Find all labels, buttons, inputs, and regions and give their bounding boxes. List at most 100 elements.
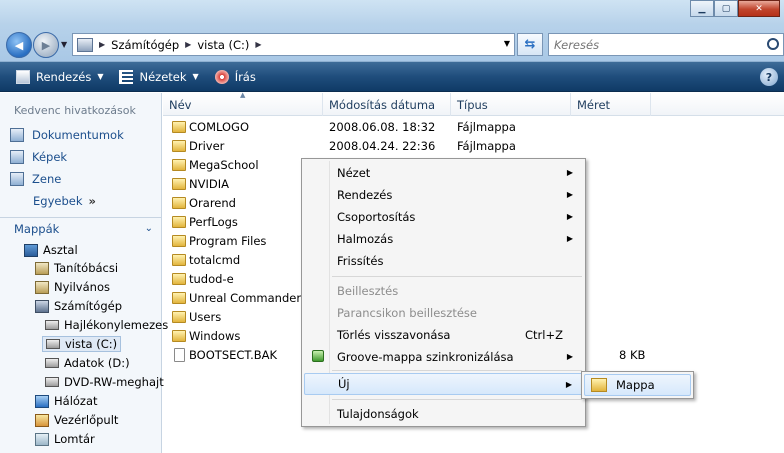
floppy-drive-icon: [45, 320, 59, 330]
menu-item-label: Beillesztés: [337, 284, 399, 298]
views-button[interactable]: Nézetek ▼: [113, 67, 204, 87]
views-icon: [119, 69, 134, 84]
tree-item-public[interactable]: Nyilvános: [35, 280, 110, 294]
search-icon[interactable]: [767, 38, 779, 50]
menu-item-label: Halmozás: [337, 232, 394, 246]
address-bar[interactable]: ▶ Számítógép ▶ vista (C:) ▶ ▼: [72, 33, 515, 56]
tree-item-dvd[interactable]: DVD-RW-meghajt: [45, 375, 164, 389]
folder-icon: [172, 140, 186, 152]
control-panel-icon: [35, 413, 49, 427]
favorite-documents[interactable]: Dokumentumok: [10, 128, 124, 142]
tree-item-drive-d[interactable]: Adatok (D:): [45, 356, 130, 370]
organize-button[interactable]: Rendezés ▼: [10, 67, 109, 87]
tree-item-network[interactable]: Hálózat: [35, 394, 98, 408]
favorite-label: Dokumentumok: [32, 128, 124, 142]
menu-item-sort[interactable]: Rendezés ▶: [304, 184, 583, 206]
public-folder-icon: [35, 280, 49, 294]
back-button[interactable]: ◀: [6, 32, 32, 58]
tree-item-desktop[interactable]: Asztal: [24, 243, 78, 257]
menu-item-label: Nézet: [337, 166, 371, 180]
file-name: Driver: [189, 139, 225, 153]
forward-arrow-icon: ▶: [41, 38, 51, 52]
menu-item-stack[interactable]: Halmozás ▶: [304, 228, 583, 250]
close-button[interactable]: ✕: [738, 0, 780, 17]
file-type: Fájlmappa: [457, 139, 516, 153]
menu-item-properties[interactable]: Tulajdonságok: [304, 403, 583, 425]
hard-drive-icon: [46, 339, 60, 349]
file-date: 2008.04.24. 22:36: [329, 139, 436, 153]
chevron-right-icon[interactable]: ▶: [185, 40, 191, 49]
folder-icon: [172, 311, 186, 323]
refresh-button[interactable]: ⇆: [517, 33, 543, 56]
file-type: Fájlmappa: [457, 120, 516, 134]
menu-item-label: Mappa: [616, 378, 655, 392]
chevron-right-icon[interactable]: ▶: [99, 40, 105, 49]
menu-item-new[interactable]: Új ▶: [304, 373, 583, 395]
back-arrow-icon: ◀: [14, 38, 24, 52]
search-box[interactable]: [548, 33, 784, 56]
forward-button[interactable]: ▶: [33, 32, 59, 58]
burn-disc-icon: [214, 69, 229, 84]
tree-item-drive-c[interactable]: vista (C:): [42, 336, 122, 352]
menu-item-label: Törlés visszavonása: [337, 328, 451, 342]
column-header-label: Típus: [457, 97, 488, 112]
organize-icon: [16, 69, 30, 84]
groove-icon: [312, 350, 324, 362]
address-dropdown-icon[interactable]: ▼: [504, 39, 510, 48]
menu-item-new-folder[interactable]: Mappa: [584, 374, 691, 396]
menu-item-undo-delete[interactable]: Törlés visszavonása Ctrl+Z: [304, 324, 583, 346]
folders-header[interactable]: Mappák ⌄: [0, 217, 161, 239]
favorite-pictures[interactable]: Képek: [10, 150, 67, 164]
table-row[interactable]: Driver 2008.04.24. 22:36 Fájlmappa: [163, 137, 784, 156]
recent-pages-dropdown[interactable]: ▼: [61, 40, 67, 49]
computer-icon: [77, 37, 93, 52]
column-header-size[interactable]: Méret: [571, 93, 651, 116]
column-header-type[interactable]: Típus: [451, 93, 571, 116]
column-header-name[interactable]: Név: [163, 93, 323, 116]
tree-item-recycle-bin[interactable]: Lomtár: [35, 432, 95, 446]
menu-item-view[interactable]: Nézet ▶: [304, 162, 583, 184]
file-name: totalcmd: [189, 253, 241, 267]
menu-item-label: Frissítés: [337, 254, 384, 268]
breadcrumb: ▶ Számítógép ▶ vista (C:) ▶: [77, 37, 262, 52]
menu-item-groove-sync[interactable]: Groove-mappa szinkronizálása ▶: [304, 346, 583, 368]
chevron-right-icon[interactable]: ▶: [255, 40, 261, 49]
refresh-icon: ⇆: [524, 37, 536, 52]
folder-icon: [172, 330, 186, 342]
music-icon: [10, 172, 24, 186]
favorite-music[interactable]: Zene: [10, 172, 61, 186]
menu-item-group[interactable]: Csoportosítás ▶: [304, 206, 583, 228]
tree-item-computer[interactable]: Számítógép: [35, 299, 122, 313]
tree-label: Hálózat: [54, 394, 98, 408]
column-header-modified[interactable]: Módosítás dátuma: [323, 93, 451, 116]
column-headers: ▲ Név Módosítás dátuma Típus Méret: [163, 91, 784, 116]
help-button[interactable]: ?: [760, 68, 778, 86]
table-row[interactable]: COMLOGO 2008.06.08. 18:32 Fájlmappa: [163, 118, 784, 137]
menu-item-paste[interactable]: Beillesztés: [304, 280, 583, 302]
column-header-label: Név: [169, 97, 192, 112]
chevron-down-icon: ▼: [192, 72, 199, 81]
folder-icon: [172, 121, 186, 133]
menu-item-refresh[interactable]: Frissítés: [304, 250, 583, 272]
menu-separator: [332, 399, 582, 400]
burn-label: Írás: [234, 69, 256, 84]
maximize-button[interactable]: ▢: [714, 0, 738, 17]
tree-label: Tanítóbácsi: [54, 261, 119, 275]
documents-icon: [10, 128, 24, 142]
tree-item-user[interactable]: Tanítóbácsi: [35, 261, 118, 275]
minimize-button[interactable]: ▁: [690, 0, 714, 17]
file-name: Windows: [189, 329, 241, 343]
burn-button[interactable]: Írás: [209, 67, 262, 87]
command-toolbar: Rendezés ▼ Nézetek ▼ Írás ?: [0, 62, 784, 92]
tree-item-control-panel[interactable]: Vezérlőpult: [35, 413, 118, 427]
file-size: 8 KB: [619, 348, 646, 362]
file-name: NVIDIA: [189, 177, 229, 191]
more-favorites-link[interactable]: Egyebek »: [33, 194, 96, 208]
breadcrumb-drive-c[interactable]: vista (C:): [197, 38, 249, 52]
search-input[interactable]: [554, 37, 754, 52]
folders-heading: Mappák: [14, 221, 60, 236]
menu-item-paste-shortcut[interactable]: Parancsikon beillesztése: [304, 302, 583, 324]
breadcrumb-computer[interactable]: Számítógép: [111, 38, 179, 52]
new-submenu: Mappa: [581, 371, 694, 399]
tree-item-floppy[interactable]: Hajlékonylemezes: [45, 318, 168, 332]
